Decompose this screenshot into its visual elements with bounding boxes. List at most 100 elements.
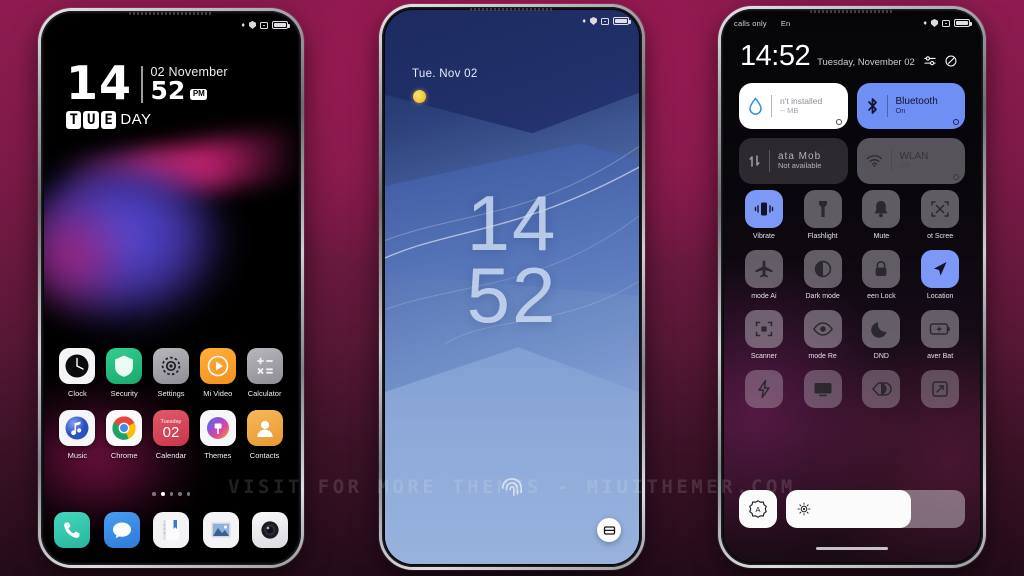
tile-quick-action-1[interactable] xyxy=(739,370,789,413)
tile-scanner[interactable]: Scanner xyxy=(739,310,789,360)
tile-sub: On xyxy=(895,106,906,116)
tile-mobile-data[interactable]: ata Mob Not available xyxy=(739,138,848,184)
page-dot[interactable] xyxy=(152,492,156,496)
gear-icon xyxy=(152,348,189,384)
play-icon xyxy=(199,348,236,384)
tile-settings-dot[interactable] xyxy=(835,119,842,125)
tile-quick-action-3[interactable] xyxy=(857,370,907,413)
tile-screenshot[interactable]: ot Scree xyxy=(915,190,965,240)
app-music[interactable]: Music xyxy=(54,410,101,460)
app-contacts[interactable]: Contacts xyxy=(241,410,288,460)
edit-icon[interactable] xyxy=(945,55,957,67)
header-time: 14:52 xyxy=(740,40,811,72)
shield-icon xyxy=(931,19,938,27)
tile-settings-dot[interactable] xyxy=(953,119,959,125)
sun-icon xyxy=(413,90,426,103)
earpiece-speaker xyxy=(470,8,554,11)
carrier-status: calls only xyxy=(734,18,767,28)
cast-icon xyxy=(803,370,842,408)
tile-dnd[interactable]: DND xyxy=(857,310,907,360)
page-dot[interactable] xyxy=(186,492,190,496)
sliders-icon[interactable] xyxy=(924,55,936,67)
wallet-button[interactable] xyxy=(597,518,621,542)
page-dot-active[interactable] xyxy=(160,492,165,496)
app-mi-video[interactable]: Mi Video xyxy=(194,348,241,398)
bluetooth-icon: ♦ xyxy=(582,17,586,25)
brightness-slider[interactable] xyxy=(786,490,965,528)
tile-sub: Not available xyxy=(778,161,822,171)
tile-quick-action-4[interactable] xyxy=(915,370,965,413)
app-settings[interactable]: Settings xyxy=(148,348,195,398)
lockscreen-clock: 14 52 xyxy=(385,179,639,339)
status-icons: ♦ xyxy=(923,19,972,27)
wifi-icon xyxy=(866,155,882,167)
clock-hour: 14 xyxy=(466,179,558,267)
contrast-half-icon xyxy=(862,370,901,408)
gallery-icon[interactable] xyxy=(202,512,239,548)
app-label: Settings xyxy=(157,389,185,398)
fingerprint-icon[interactable] xyxy=(499,474,525,500)
header-date: Tuesday, November 02 xyxy=(817,57,915,68)
sun-icon xyxy=(797,502,811,516)
tile-screen-lock[interactable]: een Lock xyxy=(857,250,907,300)
app-label: Mi Video xyxy=(203,389,233,398)
phone-3-control-center: calls only En ♦ 14:52 Tuesday, November … xyxy=(718,6,986,568)
app-label: Themes xyxy=(204,451,232,460)
bluetooth-icon: ♦ xyxy=(241,21,245,29)
tile-settings-dot[interactable] xyxy=(953,174,959,180)
tile-reading-mode[interactable]: mode Re xyxy=(798,310,848,360)
weekday-letter-2: U xyxy=(83,110,99,129)
message-icon[interactable] xyxy=(103,512,140,548)
app-calculator[interactable]: Calculator xyxy=(241,348,288,398)
wallet-icon xyxy=(603,525,615,535)
tile-label: DND xyxy=(873,353,889,360)
app-grid: Clock Security Settings Mi Video Calcula… xyxy=(54,348,288,460)
phone-icon[interactable] xyxy=(54,512,90,548)
clock-divider xyxy=(141,66,143,103)
clock-hour: 14 xyxy=(66,56,133,110)
tile-wlan[interactable]: WLAN Off xyxy=(856,138,965,184)
tile-data-usage[interactable]: n't installed -- MB xyxy=(739,83,848,129)
big-tiles: n't installed -- MB Bluetooth On ata Mob… xyxy=(739,83,965,184)
auto-brightness-button[interactable]: A xyxy=(739,490,777,528)
tile-quick-action-2[interactable] xyxy=(798,370,848,413)
tile-vibrate[interactable]: Vibrate xyxy=(739,190,789,240)
app-clock[interactable]: Clock xyxy=(54,348,101,398)
lockscreen-date: Tue. Nov 02 xyxy=(412,68,478,80)
expand-icon xyxy=(921,370,960,408)
clock-minute: 52 xyxy=(466,250,558,339)
app-chrome[interactable]: Chrome xyxy=(101,410,148,460)
page-dot[interactable] xyxy=(169,492,173,496)
status-icons: ♦ xyxy=(241,21,290,29)
tile-label: Location xyxy=(926,293,954,300)
tile-battery-saver[interactable]: aver Bat xyxy=(915,310,965,360)
tile-label: Scanner xyxy=(750,353,777,360)
wallpaper-pink-glow xyxy=(44,194,131,316)
tile-bluetooth[interactable]: Bluetooth On xyxy=(856,83,965,129)
tile-mute[interactable]: Mute xyxy=(857,190,907,240)
tile-airplane-mode[interactable]: mode Ai xyxy=(739,250,789,300)
camera-icon[interactable] xyxy=(252,512,288,548)
tile-flashlight[interactable]: Flashlight xyxy=(798,190,848,240)
wallpaper-showcase: ♦ 14 02 November 52 PM T U E DAY Clock S… xyxy=(0,0,1024,576)
tile-dark-mode[interactable]: Dark mode xyxy=(798,250,848,300)
tile-sub: Off xyxy=(899,161,910,171)
app-label: Calendar xyxy=(155,451,187,460)
app-themes[interactable]: Themes xyxy=(194,410,241,460)
page-dot[interactable] xyxy=(178,492,182,496)
location-arrow-icon xyxy=(921,250,960,288)
status-icons: ♦ xyxy=(582,17,631,25)
tile-location[interactable]: Location xyxy=(915,250,965,300)
quick-settings-grid: Vibrate Flashlight Mute ot Scree mode Ai… xyxy=(739,190,965,413)
app-security[interactable]: Security xyxy=(101,348,148,398)
screen-record-icon xyxy=(260,21,268,29)
app-calendar[interactable]: Tuesday 02 Calendar xyxy=(148,410,195,460)
phone-3-screen: calls only En ♦ 14:52 Tuesday, November … xyxy=(724,12,980,562)
battery-saver-icon xyxy=(921,310,960,348)
network-status: En xyxy=(780,18,791,28)
home-indicator[interactable] xyxy=(816,546,888,550)
control-center-header: 14:52 Tuesday, November 02 xyxy=(740,42,964,71)
notes-icon[interactable] xyxy=(153,512,189,548)
phone-1-status-bar: ♦ xyxy=(44,14,298,36)
lock-icon xyxy=(862,250,901,288)
